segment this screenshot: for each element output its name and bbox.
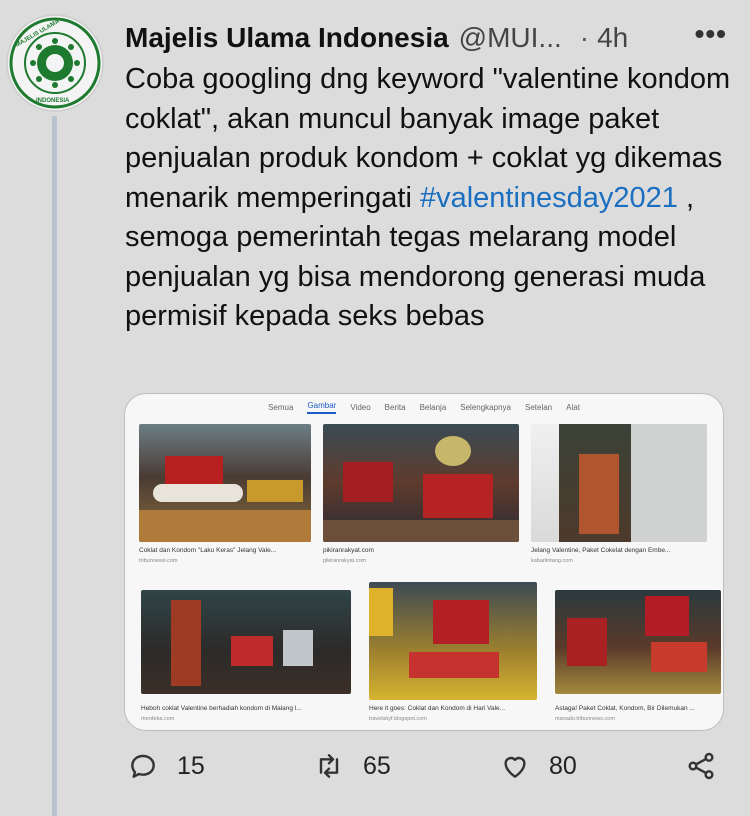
tab-all: Semua xyxy=(268,402,294,412)
tweet-text: Coba googling dng keyword "valentine kon… xyxy=(125,60,737,337)
heart-icon xyxy=(504,756,526,778)
result-image-2 xyxy=(323,424,519,542)
reply-icon xyxy=(131,754,155,778)
tweet-header: Majelis Ulama Indonesia @MUI... · 4h ••• xyxy=(125,16,735,60)
author-name[interactable]: Majelis Ulama Indonesia xyxy=(125,22,449,54)
tab-shopping: Belanja xyxy=(419,402,447,412)
result-image-5 xyxy=(369,582,537,700)
result-image-3 xyxy=(531,424,707,542)
retweet-count: 65 xyxy=(363,751,391,780)
mui-logo-icon: MAJELIS ULAMA INDONESIA xyxy=(9,17,101,109)
tab-settings: Setelan xyxy=(524,402,553,412)
tweet-actions: 15 65 80 xyxy=(125,750,735,790)
share-button[interactable] xyxy=(685,750,717,782)
result-caption-2: pikiranrakyat.com xyxy=(323,547,374,554)
like-count: 80 xyxy=(549,751,577,780)
more-options-icon[interactable]: ••• xyxy=(695,18,727,50)
result-caption-3: Jelang Valentine, Paket Cokelat dengan E… xyxy=(531,547,671,554)
retweet-icon xyxy=(319,754,339,778)
result-caption-6: Astaga! Paket Coklat, Kondom, Bir Dilemu… xyxy=(555,705,695,712)
tab-more: Selengkapnya xyxy=(460,402,511,412)
tweet-media-image[interactable]: Semua Gambar Video Berita Belanja Seleng… xyxy=(124,393,724,731)
timestamp[interactable]: 4h xyxy=(597,22,628,54)
thread-line xyxy=(52,116,57,816)
tab-tools: Alat xyxy=(566,402,580,412)
avatar[interactable]: MAJELIS ULAMA INDONESIA xyxy=(6,14,104,112)
svg-text:INDONESIA: INDONESIA xyxy=(36,98,70,104)
result-source-3: kabarlintang.com xyxy=(531,558,573,564)
reply-button[interactable]: 15 xyxy=(127,750,205,782)
result-source-4: merdeka.com xyxy=(141,716,175,722)
result-caption-5: Here it goes: Coklat dan Kondom di Hari … xyxy=(369,705,506,712)
result-source-6: manado.tribunnews.com xyxy=(555,716,615,722)
result-caption-4: Heboh coklat Valentine berhadiah kondom … xyxy=(141,705,302,712)
retweet-button[interactable]: 65 xyxy=(313,750,391,782)
result-source-2: pikiranrakyat.com xyxy=(323,558,367,564)
result-source-1: tribunnews.com xyxy=(139,558,178,564)
separator: · xyxy=(579,22,590,53)
result-image-4 xyxy=(141,590,351,694)
search-tabs: Semua Gambar Video Berita Belanja Seleng… xyxy=(125,397,723,417)
share-icon xyxy=(688,752,714,780)
tab-images: Gambar xyxy=(307,401,337,414)
tab-video: Video xyxy=(350,402,371,412)
like-button[interactable]: 80 xyxy=(499,750,577,782)
result-caption-1: Coklat dan Kondom "Laku Keras" Jelang Va… xyxy=(139,547,277,554)
reply-count: 15 xyxy=(177,751,205,780)
result-image-1 xyxy=(139,424,311,542)
result-image-6 xyxy=(555,590,721,694)
hashtag-link[interactable]: #valentinesday2021 xyxy=(420,182,678,214)
tab-news: Berita xyxy=(384,402,406,412)
result-source-5: travelsbyf.blogspot.com xyxy=(369,716,427,722)
author-handle[interactable]: @MUI... xyxy=(459,22,562,54)
